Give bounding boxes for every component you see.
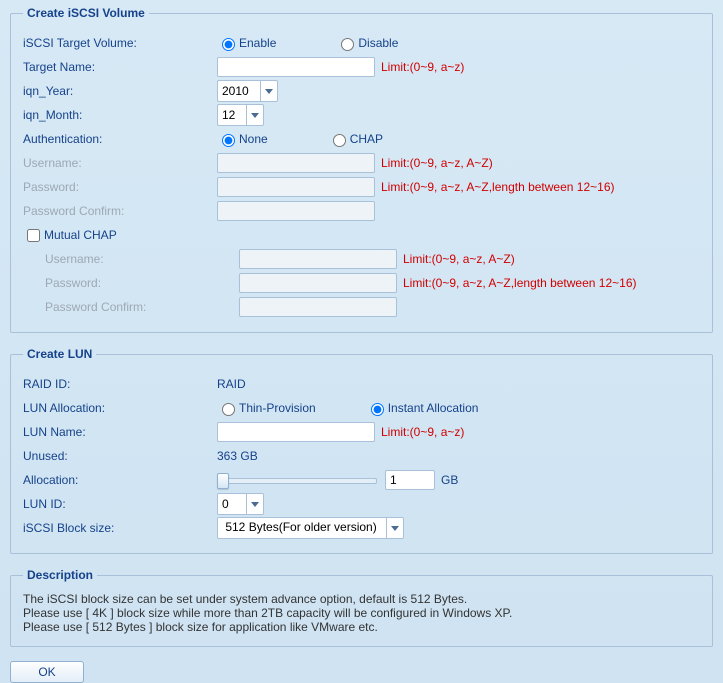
instant-allocation-label: Instant Allocation [388, 401, 479, 415]
mc-username-input [239, 249, 397, 269]
password-confirm-input [217, 201, 375, 221]
username-limit: Limit:(0~9, a~z, A~Z) [381, 156, 493, 170]
mc-password-confirm-label: Password Confirm: [23, 300, 239, 314]
create-lun-legend: Create LUN [23, 347, 96, 361]
lun-name-limit: Limit:(0~9, a~z) [381, 425, 464, 439]
auth-none-label: None [239, 132, 268, 146]
mutual-chap-label: Mutual CHAP [44, 228, 117, 242]
iscsi-block-size-value[interactable] [218, 518, 386, 536]
lun-name-label: LUN Name: [23, 425, 217, 439]
lun-id-stepper[interactable] [217, 493, 264, 515]
ok-button[interactable]: OK [10, 661, 84, 683]
target-name-limit: Limit:(0~9, a~z) [381, 60, 464, 74]
mc-password-limit: Limit:(0~9, a~z, A~Z,length between 12~1… [403, 276, 636, 290]
username-input [217, 153, 375, 173]
allocation-label: Allocation: [23, 473, 217, 487]
description-line-2: Please use [ 4K ] block size while more … [23, 606, 700, 620]
raid-id-label: RAID ID: [23, 377, 217, 391]
disable-radio-label: Disable [358, 36, 398, 50]
lun-name-input[interactable] [217, 422, 375, 442]
iscsi-block-size-trigger[interactable] [386, 518, 403, 538]
enable-radio-label: Enable [239, 36, 276, 50]
enable-radio[interactable]: Enable [217, 35, 276, 51]
lun-allocation-label: LUN Allocation: [23, 401, 217, 415]
password-input [217, 177, 375, 197]
instant-allocation-radio[interactable]: Instant Allocation [366, 400, 479, 416]
disable-radio[interactable]: Disable [336, 35, 398, 51]
mc-password-confirm-input [239, 297, 397, 317]
unused-label: Unused: [23, 449, 217, 463]
auth-chap-radio[interactable]: CHAP [328, 131, 383, 147]
iscsi-block-size-combo[interactable] [217, 517, 404, 539]
create-iscsi-volume-legend: Create iSCSI Volume [23, 6, 149, 20]
create-iscsi-volume-panel: Create iSCSI Volume iSCSI Target Volume:… [10, 6, 713, 333]
chevron-down-icon [265, 89, 273, 94]
iqn-month-stepper[interactable] [217, 104, 264, 126]
mc-username-label: Username: [23, 252, 239, 266]
allocation-value-input[interactable] [385, 470, 435, 490]
password-label: Password: [23, 180, 217, 194]
thin-provision-radio[interactable]: Thin-Provision [217, 400, 316, 416]
username-label: Username: [23, 156, 217, 170]
chevron-down-icon [251, 502, 259, 507]
password-limit: Limit:(0~9, a~z, A~Z,length between 12~1… [381, 180, 614, 194]
raid-id-value: RAID [217, 377, 246, 391]
create-lun-panel: Create LUN RAID ID: RAID LUN Allocation:… [10, 347, 713, 554]
allocation-slider[interactable] [217, 472, 377, 488]
mutual-chap-checkbox[interactable]: Mutual CHAP [23, 226, 117, 245]
auth-none-radio[interactable]: None [217, 131, 268, 147]
mc-password-label: Password: [23, 276, 239, 290]
thin-provision-label: Thin-Provision [239, 401, 316, 415]
authentication-label: Authentication: [23, 132, 217, 146]
mc-password-input [239, 273, 397, 293]
description-legend: Description [23, 568, 97, 582]
unused-value: 363 GB [217, 449, 258, 463]
iqn-month-value[interactable] [218, 106, 246, 124]
mc-username-limit: Limit:(0~9, a~z, A~Z) [403, 252, 515, 266]
lun-id-label: LUN ID: [23, 497, 217, 511]
lun-id-value[interactable] [218, 495, 246, 513]
iqn-month-label: iqn_Month: [23, 108, 217, 122]
description-line-3: Please use [ 512 Bytes ] block size for … [23, 620, 700, 634]
description-panel: Description The iSCSI block size can be … [10, 568, 713, 647]
target-name-input[interactable] [217, 57, 375, 77]
slider-track [217, 478, 377, 484]
iqn-year-value[interactable] [218, 82, 260, 100]
allocation-unit: GB [441, 473, 458, 487]
iscsi-block-size-label: iSCSI Block size: [23, 521, 217, 535]
chevron-down-icon [391, 526, 399, 531]
iqn-year-stepper[interactable] [217, 80, 278, 102]
iqn-year-trigger[interactable] [260, 81, 277, 101]
iqn-month-trigger[interactable] [246, 105, 263, 125]
slider-thumb[interactable] [217, 473, 229, 489]
password-confirm-label: Password Confirm: [23, 204, 217, 218]
iqn-year-label: iqn_Year: [23, 84, 217, 98]
lun-id-trigger[interactable] [246, 494, 263, 514]
auth-chap-label: CHAP [350, 132, 383, 146]
iscsi-target-volume-label: iSCSI Target Volume: [23, 36, 217, 50]
target-name-label: Target Name: [23, 60, 217, 74]
chevron-down-icon [251, 113, 259, 118]
description-line-1: The iSCSI block size can be set under sy… [23, 592, 700, 606]
page: Create iSCSI Volume iSCSI Target Volume:… [0, 0, 723, 628]
